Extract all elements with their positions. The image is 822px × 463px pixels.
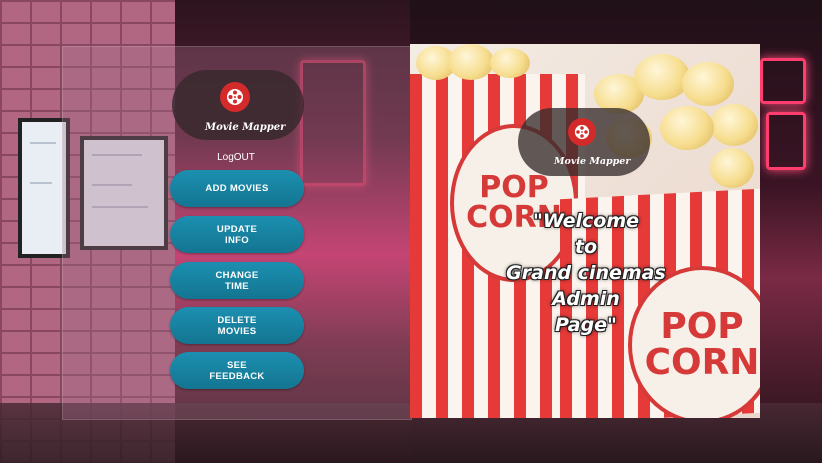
hero-logo-text: Movie Mapper (554, 156, 631, 167)
see-feedback-button[interactable]: SEE FEEDBACK (170, 352, 304, 389)
neon-sign (760, 58, 806, 104)
popcorn-kernel (710, 148, 754, 188)
popcorn-kernel (634, 54, 690, 100)
logout-link[interactable]: LogOUT (206, 152, 266, 163)
popcorn-kernel (448, 44, 494, 80)
popcorn-kernel (682, 62, 734, 106)
film-reel-icon (568, 118, 596, 146)
add-movies-button[interactable]: ADD MOVIES (170, 170, 304, 207)
neon-sign (766, 112, 806, 170)
delete-movies-button[interactable]: DELETE MOVIES (170, 307, 304, 344)
popcorn-kernel (710, 104, 758, 146)
film-reel-icon (220, 82, 250, 112)
change-time-button[interactable]: CHANGE TIME (170, 262, 304, 299)
welcome-heading: "Welcome to Grand cinemas Admin Page" (506, 210, 666, 336)
popcorn-kernel (660, 106, 714, 150)
popcorn-kernel (490, 48, 530, 78)
logo-text: Movie Mapper (205, 122, 286, 133)
update-info-button[interactable]: UPDATE INFO (170, 216, 304, 253)
